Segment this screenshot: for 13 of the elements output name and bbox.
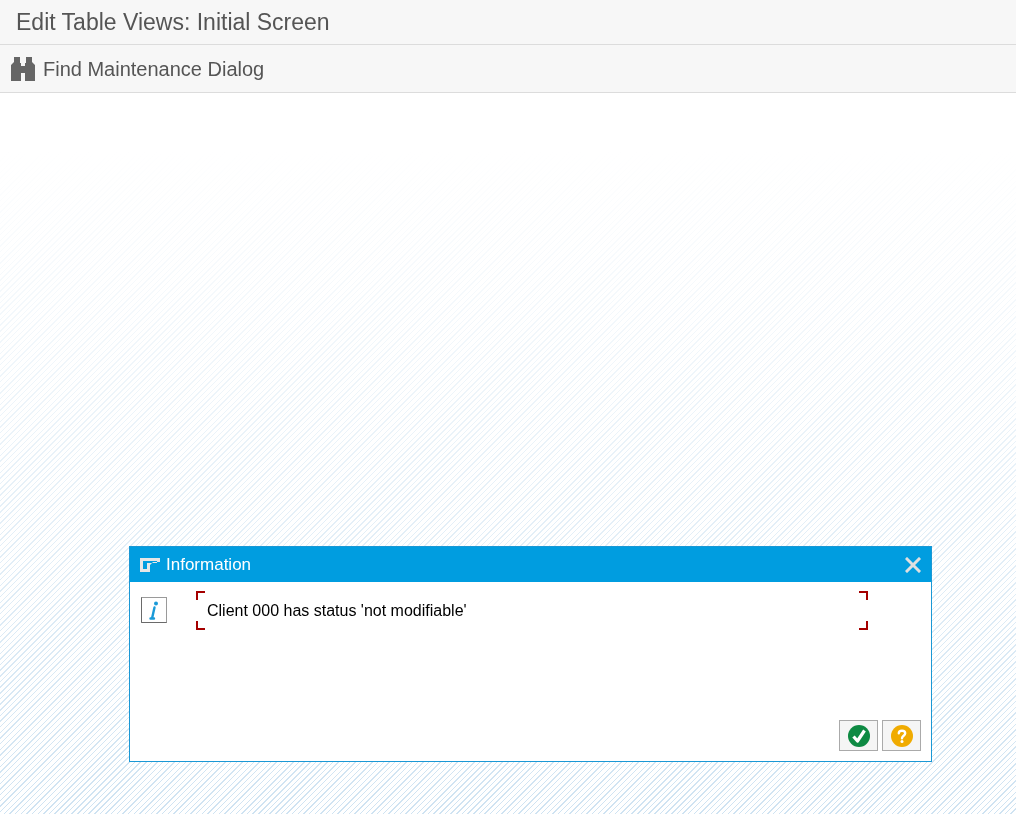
help-icon bbox=[890, 724, 913, 747]
toolbar-button[interactable]: Find Maintenance Dialog bbox=[10, 51, 265, 86]
checkmark-icon bbox=[847, 724, 870, 747]
info-icon bbox=[141, 597, 167, 623]
confirm-button[interactable] bbox=[839, 720, 878, 751]
close-button[interactable] bbox=[905, 556, 921, 573]
close-icon bbox=[905, 556, 921, 573]
dialog-title: Information bbox=[166, 556, 252, 573]
window-icon bbox=[139, 556, 161, 573]
binoculars-icon bbox=[10, 55, 36, 82]
help-button[interactable] bbox=[882, 720, 921, 751]
message-text: Client 000 has status 'not modifiable' bbox=[207, 602, 467, 619]
screen-title: Edit Table Views: Initial Screen bbox=[16, 10, 330, 34]
